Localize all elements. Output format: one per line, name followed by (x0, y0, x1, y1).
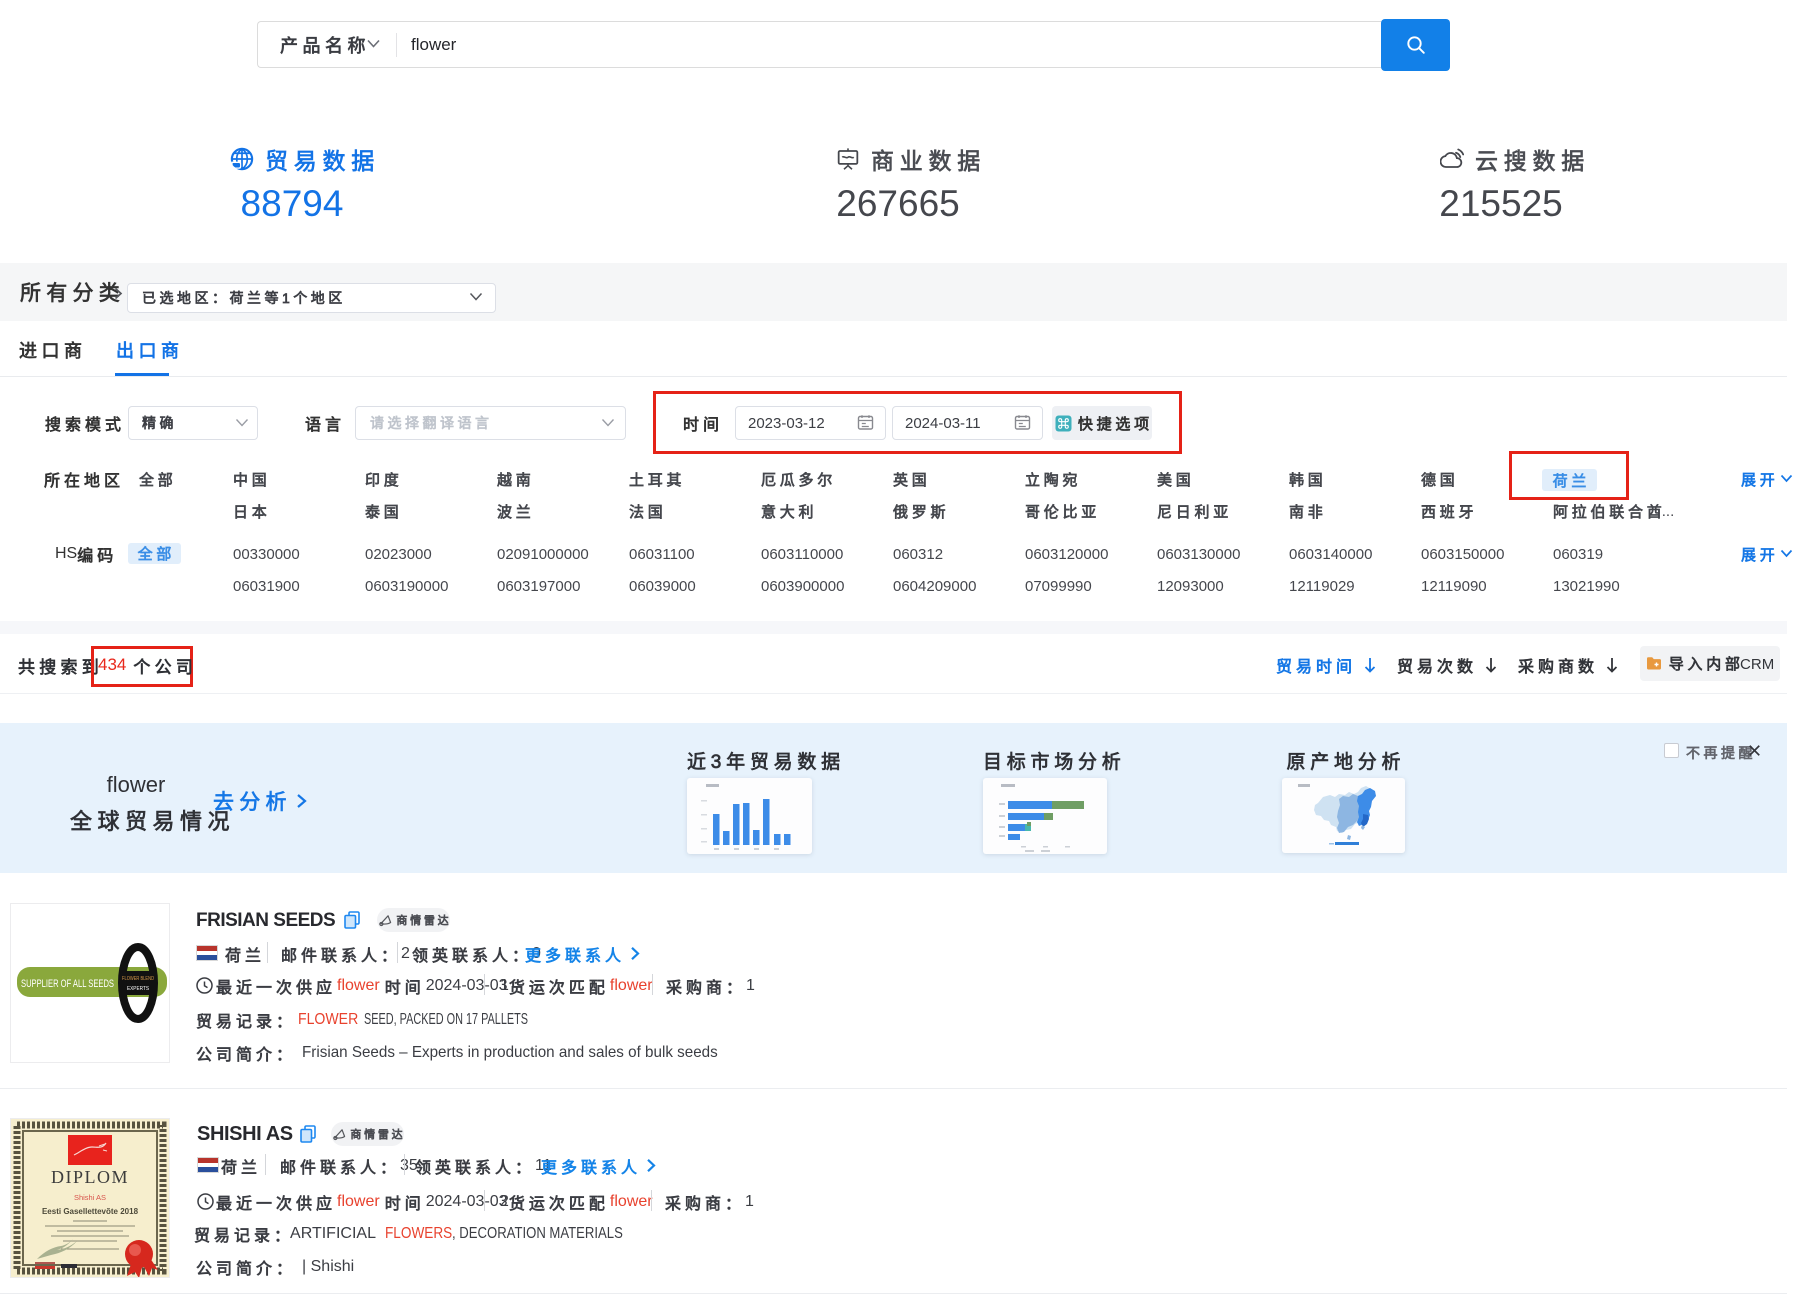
svg-text:FLOWER BLEND: FLOWER BLEND (122, 976, 154, 982)
svg-text:DIPLOM: DIPLOM (51, 1167, 129, 1187)
svg-text:Eesti Gasellettevõte 2018: Eesti Gasellettevõte 2018 (42, 1207, 139, 1216)
svg-text:EXPERTS: EXPERTS (127, 986, 149, 992)
svg-text:SUPPLIER OF ALL SEEDS: SUPPLIER OF ALL SEEDS (21, 978, 114, 990)
svg-text:Shishi AS: Shishi AS (74, 1193, 106, 1202)
